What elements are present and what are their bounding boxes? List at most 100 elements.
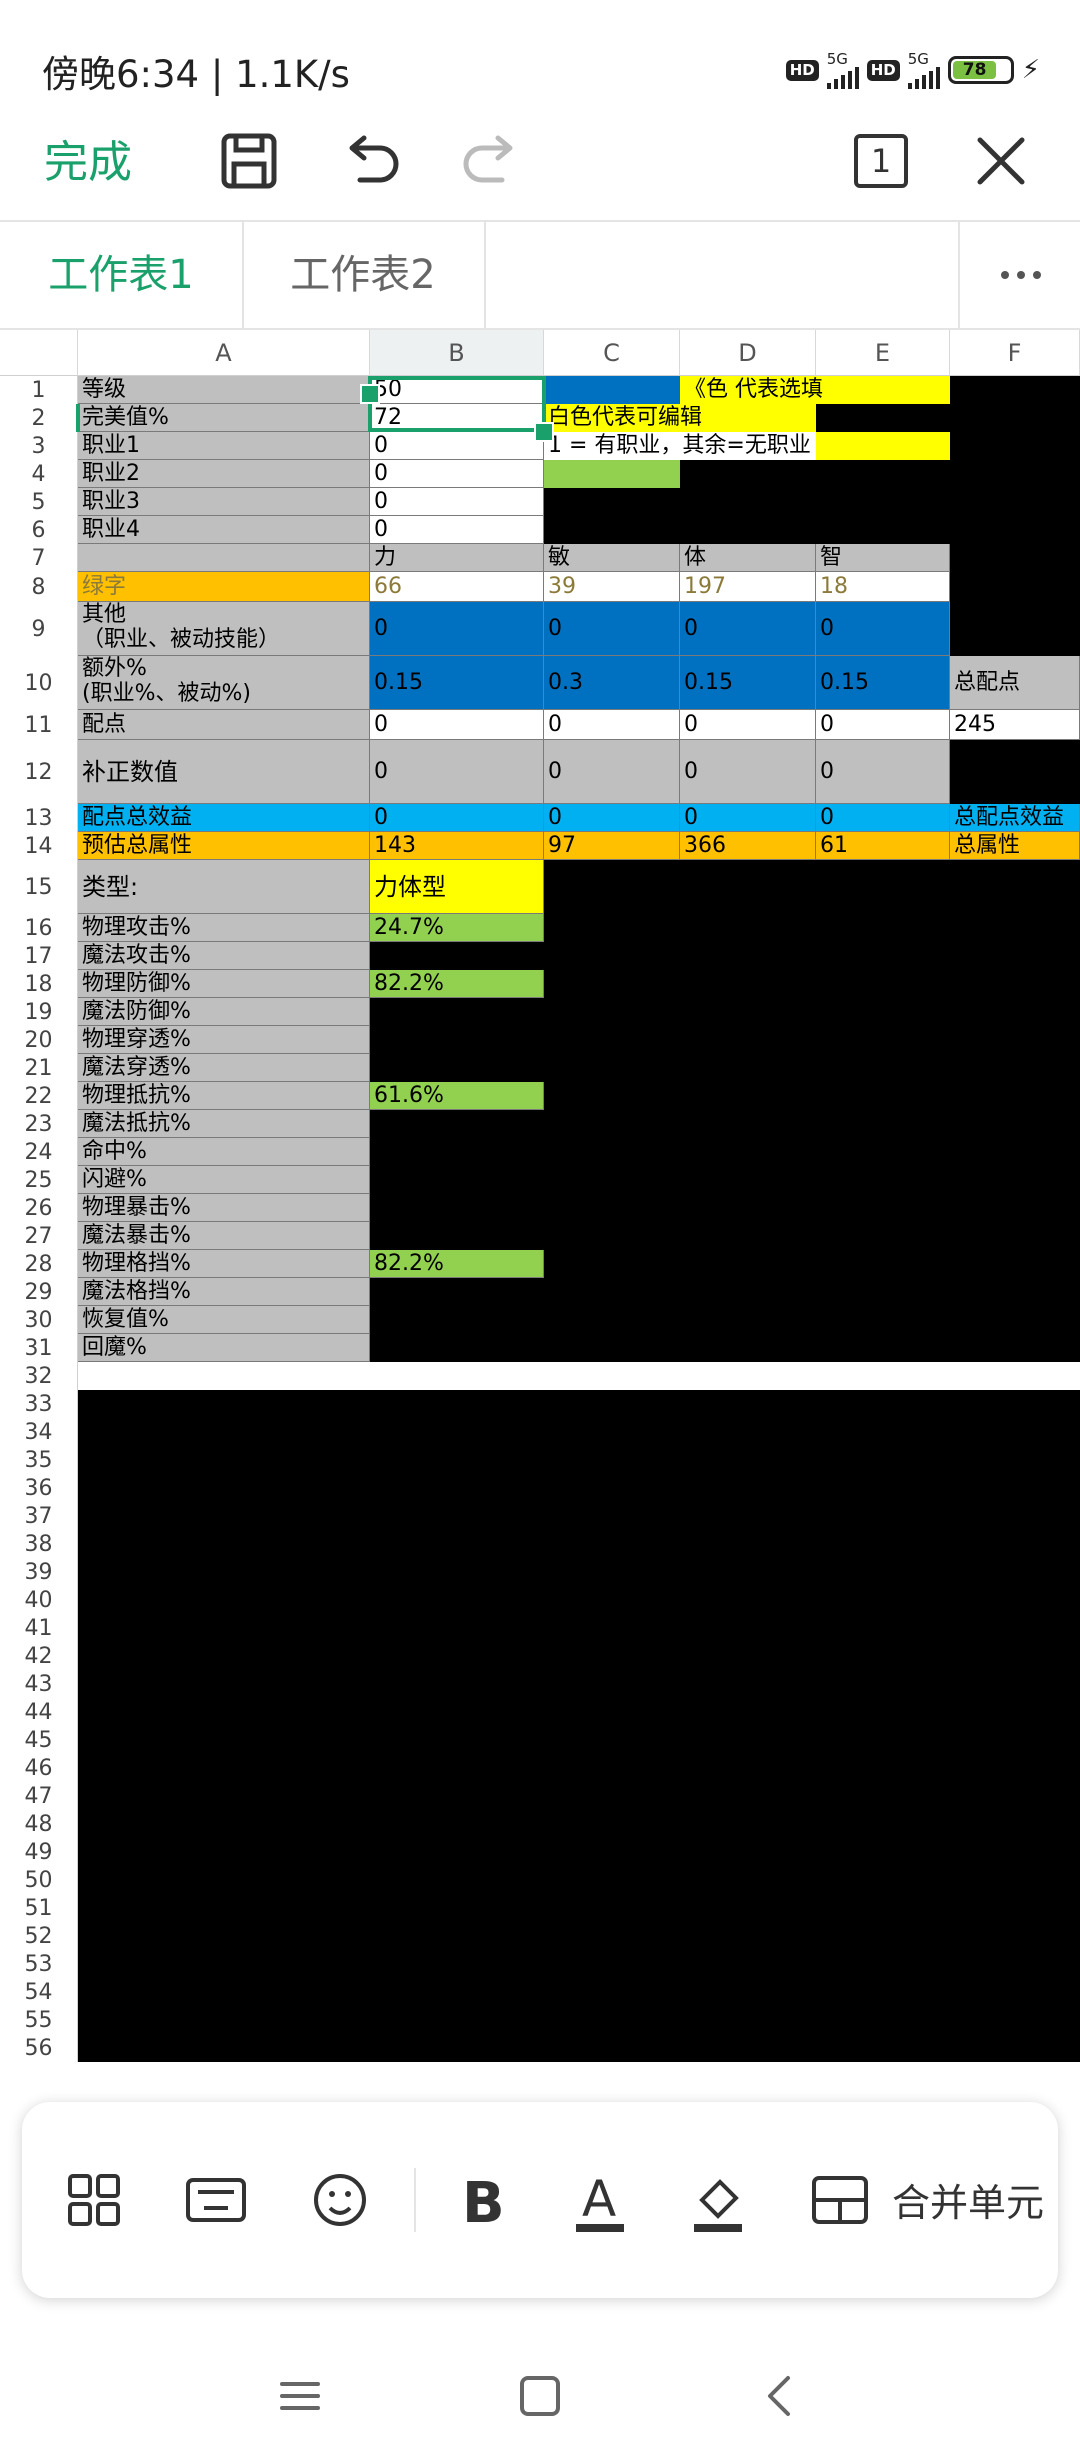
row-header[interactable]: 51 — [0, 1894, 78, 1922]
row-header[interactable]: 34 — [0, 1418, 78, 1446]
cell-e12[interactable]: 0 — [816, 740, 950, 804]
emoji-icon[interactable] — [304, 2164, 376, 2236]
spreadsheet-grid[interactable]: A B C D E F 1 2 3 4 5 6 7 8 9 10 11 12 13 14 15 16 17 18 19 20 21 2… — [0, 330, 1080, 2100]
row-header[interactable]: 26 — [0, 1194, 78, 1222]
cell-b10[interactable]: 0.15 — [370, 656, 544, 710]
fill-color-icon[interactable] — [682, 2164, 754, 2236]
cell-a20[interactable]: 物理穿透% — [78, 1026, 370, 1054]
row-header[interactable]: 40 — [0, 1586, 78, 1614]
cell-a10[interactable]: 额外% (职业%、被动%) — [78, 656, 370, 710]
column-header-f[interactable]: F — [950, 330, 1080, 376]
cell-d7[interactable]: 体 — [680, 544, 816, 572]
cell-e13[interactable]: 0 — [816, 804, 950, 832]
merge-cells-label[interactable]: 合并单元 — [892, 2172, 1044, 2227]
cell-a14[interactable]: 预估总属性 — [78, 832, 370, 860]
cell-b22[interactable]: 61.6% — [370, 1082, 544, 1110]
cell-d8[interactable]: 197 — [680, 572, 816, 602]
cell-a16[interactable]: 物理攻击% — [78, 914, 370, 942]
cell-b9[interactable]: 0 — [370, 602, 544, 656]
row-header[interactable]: 38 — [0, 1530, 78, 1558]
cell-a9[interactable]: 其他 （职业、被动技能） — [78, 602, 370, 656]
cell-f14[interactable]: 总属性 — [950, 832, 1080, 860]
cell-b16[interactable]: 24.7% — [370, 914, 544, 942]
apps-icon[interactable] — [58, 2164, 130, 2236]
cell-b18[interactable]: 82.2% — [370, 970, 544, 998]
done-button[interactable]: 完成 — [44, 126, 132, 200]
cell-a15[interactable]: 类型: — [78, 860, 370, 914]
cell-a19[interactable]: 魔法防御% — [78, 998, 370, 1026]
row-header[interactable]: 44 — [0, 1698, 78, 1726]
row-header[interactable]: 27 — [0, 1222, 78, 1250]
cell-e8[interactable]: 18 — [816, 572, 950, 602]
tab-sheet-1[interactable]: 工作表1 — [0, 222, 244, 328]
cell-d13[interactable]: 0 — [680, 804, 816, 832]
cell-c9[interactable]: 0 — [544, 602, 680, 656]
cell-d1[interactable]: 《色 代表选填 — [680, 376, 823, 404]
cell-a28[interactable]: 物理格挡% — [78, 1250, 370, 1278]
row-header[interactable]: 45 — [0, 1726, 78, 1754]
redo-icon[interactable] — [456, 126, 526, 196]
cell-a23[interactable]: 魔法抵抗% — [78, 1110, 370, 1138]
row-header[interactable]: 5 — [0, 488, 78, 516]
row-header[interactable]: 35 — [0, 1446, 78, 1474]
row-header[interactable]: 33 — [0, 1390, 78, 1418]
cell-e9[interactable]: 0 — [816, 602, 950, 656]
cell-a1[interactable]: 等级 — [78, 376, 370, 404]
cell-a18[interactable]: 物理防御% — [78, 970, 370, 998]
row-header[interactable]: 4 — [0, 460, 78, 488]
row-header[interactable]: 19 — [0, 998, 78, 1026]
row-header[interactable]: 30 — [0, 1306, 78, 1334]
cell-b14[interactable]: 143 — [370, 832, 544, 860]
cell-b5[interactable]: 0 — [370, 488, 544, 516]
row-header[interactable]: 41 — [0, 1614, 78, 1642]
row-header[interactable]: 21 — [0, 1054, 78, 1082]
cell-b1[interactable]: 50 — [370, 376, 544, 404]
cell-a3[interactable]: 职业1 — [78, 432, 370, 460]
row-header[interactable]: 53 — [0, 1950, 78, 1978]
more-icon[interactable] — [958, 222, 1080, 328]
cell-c10[interactable]: 0.3 — [544, 656, 680, 710]
home-icon[interactable] — [510, 2366, 570, 2426]
cell-d14[interactable]: 366 — [680, 832, 816, 860]
cell-b8[interactable]: 66 — [370, 572, 544, 602]
cell-a6[interactable]: 职业4 — [78, 516, 370, 544]
row-header[interactable]: 28 — [0, 1250, 78, 1278]
cell-b6[interactable]: 0 — [370, 516, 544, 544]
cell-b15[interactable]: 力体型 — [370, 860, 544, 914]
row-header[interactable]: 16 — [0, 914, 78, 942]
cell-a27[interactable]: 魔法暴击% — [78, 1222, 370, 1250]
cell-a31[interactable]: 回魔% — [78, 1334, 370, 1362]
cell-b2[interactable]: 72 — [370, 404, 544, 432]
column-header-e[interactable]: E — [816, 330, 950, 376]
row-header[interactable]: 7 — [0, 544, 78, 572]
row-header[interactable]: 31 — [0, 1334, 78, 1362]
row-header[interactable]: 23 — [0, 1110, 78, 1138]
column-header-c[interactable]: C — [544, 330, 680, 376]
cell-d12[interactable]: 0 — [680, 740, 816, 804]
cell-d11[interactable]: 0 — [680, 710, 816, 740]
cell-c3[interactable]: 1 = 有职业，其余=无职业 — [544, 432, 811, 460]
row-header[interactable]: 37 — [0, 1502, 78, 1530]
cell-a17[interactable]: 魔法攻击% — [78, 942, 370, 970]
back-icon[interactable] — [750, 2366, 810, 2426]
cell-d10[interactable]: 0.15 — [680, 656, 816, 710]
merge-cells-icon[interactable] — [804, 2164, 876, 2236]
cell-c11[interactable]: 0 — [544, 710, 680, 740]
font-color-icon[interactable]: A — [564, 2164, 636, 2236]
row-header[interactable]: 25 — [0, 1166, 78, 1194]
page-count-button[interactable]: 1 — [846, 126, 916, 196]
row-header[interactable]: 3 — [0, 432, 78, 460]
row-header[interactable]: 39 — [0, 1558, 78, 1586]
row-header[interactable]: 55 — [0, 2006, 78, 2034]
row-header[interactable]: 24 — [0, 1138, 78, 1166]
cell-a26[interactable]: 物理暴击% — [78, 1194, 370, 1222]
cell-d9[interactable]: 0 — [680, 602, 816, 656]
menu-icon[interactable] — [270, 2366, 330, 2426]
row-header[interactable]: 17 — [0, 942, 78, 970]
cell-e7[interactable]: 智 — [816, 544, 950, 572]
selection-handle-bottom[interactable] — [534, 422, 554, 442]
column-header-b[interactable]: B — [370, 330, 544, 376]
row-header[interactable]: 48 — [0, 1810, 78, 1838]
row-header[interactable]: 11 — [0, 710, 78, 740]
row-header[interactable]: 52 — [0, 1922, 78, 1950]
